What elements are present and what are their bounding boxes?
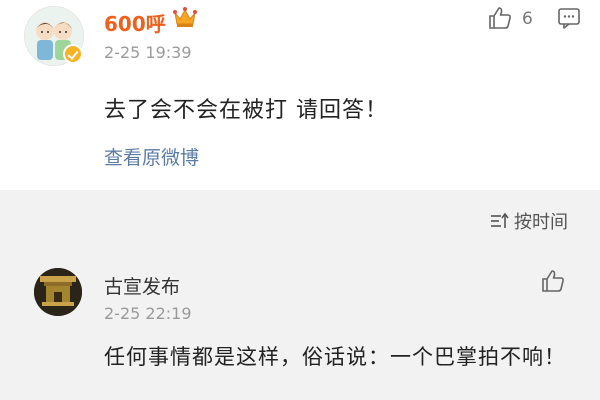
post-timestamp: 2-25 19:39	[104, 43, 192, 62]
like-count: 6	[522, 9, 533, 29]
original-comment-card: 600呼 2-25 19:39 6 去了会不会在被打 请回答！ 查看原微博	[0, 0, 600, 190]
comment-icon[interactable]	[557, 6, 581, 30]
thumbs-up-icon[interactable]	[487, 5, 513, 31]
verified-badge-icon	[63, 44, 83, 64]
post-username[interactable]: 600呼	[104, 8, 166, 37]
sort-icon	[491, 212, 509, 228]
crown-icon	[173, 7, 197, 27]
reply-timestamp: 2-25 22:19	[104, 304, 192, 323]
sort-by-time-button[interactable]: 按时间	[490, 208, 568, 234]
view-original-link[interactable]: 查看原微博	[104, 143, 199, 170]
sort-label: 按时间	[514, 212, 568, 233]
gugong-logo-avatar-icon	[34, 268, 82, 316]
thumbs-up-icon[interactable]	[540, 268, 566, 294]
reply-username[interactable]: 古宣发布	[104, 272, 180, 299]
reply-text: 任何事情都是这样，俗话说：一个巴掌拍不响！	[104, 345, 566, 369]
reply-user-avatar[interactable]	[34, 268, 82, 316]
post-text: 去了会不会在被打 请回答！	[104, 98, 388, 123]
